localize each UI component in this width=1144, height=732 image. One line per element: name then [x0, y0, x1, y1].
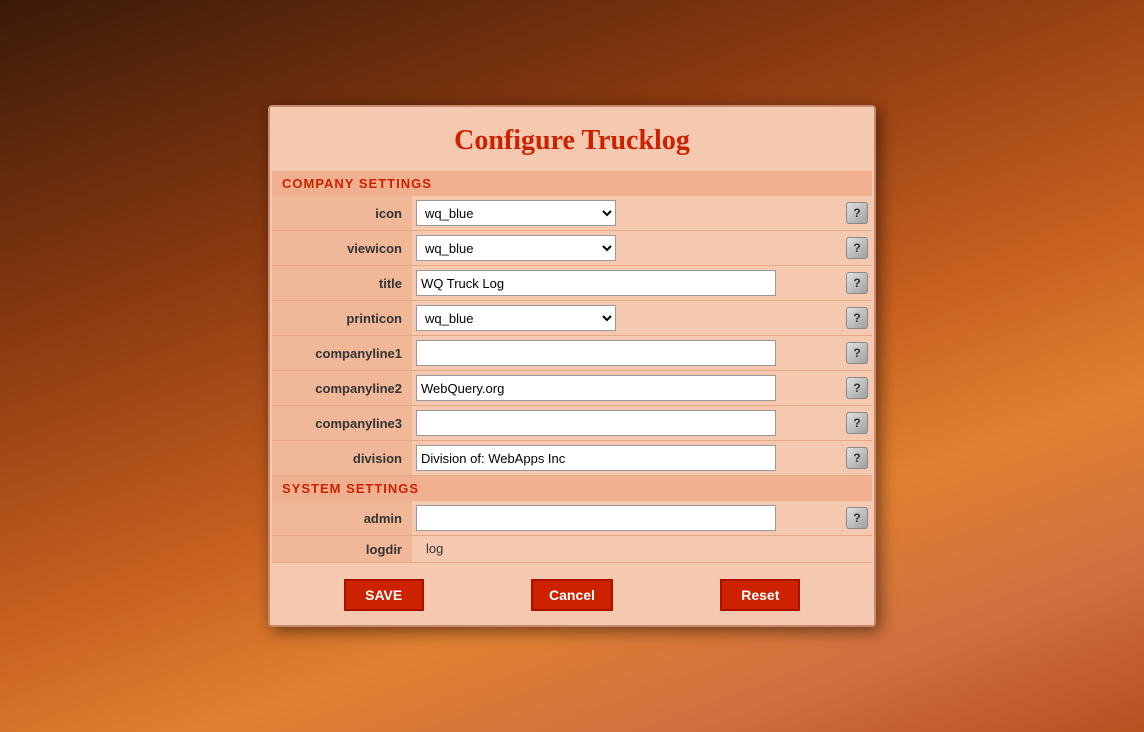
- viewicon-help-cell: ?: [842, 231, 872, 266]
- system-settings-table: admin ? logdir log: [272, 501, 872, 563]
- viewicon-select[interactable]: wq_blue wq_red wq_green: [416, 235, 616, 261]
- configure-dialog: Configure Trucklog COMPANY SETTINGS icon…: [268, 105, 876, 627]
- cancel-button[interactable]: Cancel: [531, 579, 613, 611]
- companyline3-help-button[interactable]: ?: [846, 412, 868, 434]
- companyline2-help-cell: ?: [842, 371, 872, 406]
- companyline2-label: companyline2: [272, 371, 412, 406]
- printicon-label: printicon: [272, 301, 412, 336]
- title-input-cell: [412, 266, 842, 301]
- company-settings-table: icon wq_blue wq_red wq_green ? viewicon: [272, 196, 872, 476]
- companyline2-input-cell: [412, 371, 842, 406]
- viewicon-input-cell: wq_blue wq_red wq_green: [412, 231, 842, 266]
- companyline3-input-cell: [412, 406, 842, 441]
- logdir-value-cell: log: [412, 536, 872, 563]
- logdir-label: logdir: [272, 536, 412, 563]
- viewicon-label: viewicon: [272, 231, 412, 266]
- printicon-select[interactable]: wq_blue wq_red wq_green: [416, 305, 616, 331]
- company-settings-header: COMPANY SETTINGS: [272, 171, 872, 196]
- reset-button[interactable]: Reset: [720, 579, 800, 611]
- companyline2-input[interactable]: [416, 375, 776, 401]
- division-help-cell: ?: [842, 441, 872, 476]
- companyline1-help-cell: ?: [842, 336, 872, 371]
- companyline1-input[interactable]: [416, 340, 776, 366]
- admin-help-cell: ?: [842, 501, 872, 536]
- companyline3-input[interactable]: [416, 410, 776, 436]
- companyline1-help-button[interactable]: ?: [846, 342, 868, 364]
- table-row: admin ?: [272, 501, 872, 536]
- save-button[interactable]: SAVE: [344, 579, 424, 611]
- dialog-footer: SAVE Cancel Reset: [270, 565, 874, 625]
- title-help-button[interactable]: ?: [846, 272, 868, 294]
- companyline1-label: companyline1: [272, 336, 412, 371]
- table-row: viewicon wq_blue wq_red wq_green ?: [272, 231, 872, 266]
- division-input-cell: [412, 441, 842, 476]
- table-row: division ?: [272, 441, 872, 476]
- division-label: division: [272, 441, 412, 476]
- companyline1-input-cell: [412, 336, 842, 371]
- companyline3-help-cell: ?: [842, 406, 872, 441]
- admin-input[interactable]: [416, 505, 776, 531]
- table-row: companyline3 ?: [272, 406, 872, 441]
- system-settings-header: SYSTEM SETTINGS: [272, 476, 872, 501]
- division-input[interactable]: [416, 445, 776, 471]
- admin-help-button[interactable]: ?: [846, 507, 868, 529]
- icon-select[interactable]: wq_blue wq_red wq_green: [416, 200, 616, 226]
- table-row: companyline2 ?: [272, 371, 872, 406]
- companyline3-label: companyline3: [272, 406, 412, 441]
- icon-input-cell: wq_blue wq_red wq_green: [412, 196, 842, 231]
- table-row: printicon wq_blue wq_red wq_green ?: [272, 301, 872, 336]
- printicon-help-cell: ?: [842, 301, 872, 336]
- icon-help-button[interactable]: ?: [846, 202, 868, 224]
- table-row: companyline1 ?: [272, 336, 872, 371]
- companyline2-help-button[interactable]: ?: [846, 377, 868, 399]
- icon-label: icon: [272, 196, 412, 231]
- table-row: icon wq_blue wq_red wq_green ?: [272, 196, 872, 231]
- table-row: title ?: [272, 266, 872, 301]
- title-help-cell: ?: [842, 266, 872, 301]
- logdir-value: log: [416, 536, 453, 561]
- dialog-title: Configure Trucklog: [270, 107, 874, 171]
- icon-help-cell: ?: [842, 196, 872, 231]
- title-label: title: [272, 266, 412, 301]
- dialog-body: COMPANY SETTINGS icon wq_blue wq_red wq_…: [272, 171, 872, 563]
- printicon-input-cell: wq_blue wq_red wq_green: [412, 301, 842, 336]
- viewicon-help-button[interactable]: ?: [846, 237, 868, 259]
- table-row: logdir log: [272, 536, 872, 563]
- admin-label: admin: [272, 501, 412, 536]
- admin-input-cell: [412, 501, 842, 536]
- title-input[interactable]: [416, 270, 776, 296]
- printicon-help-button[interactable]: ?: [846, 307, 868, 329]
- division-help-button[interactable]: ?: [846, 447, 868, 469]
